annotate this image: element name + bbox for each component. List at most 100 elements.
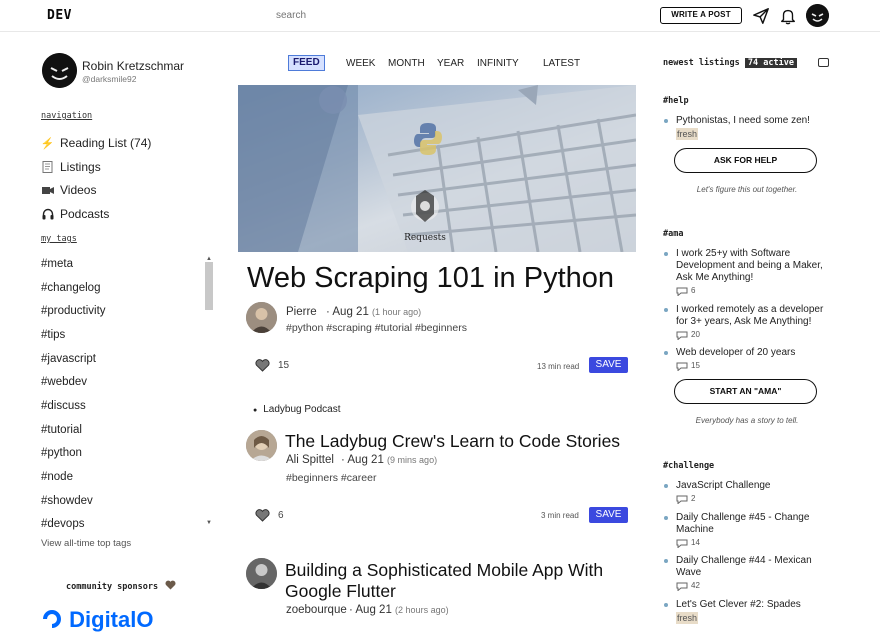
comment-count: 42 — [676, 580, 824, 592]
tag-discuss[interactable]: #discuss — [41, 394, 216, 418]
save-button[interactable]: SAVE — [589, 507, 628, 523]
post-date: · Aug 21 (2 hours ago) — [349, 604, 449, 616]
tab-feed[interactable]: FEED — [288, 55, 325, 71]
post-cover-image[interactable]: Requests — [238, 85, 636, 252]
start-ama-button[interactable]: START AN "AMA" — [674, 379, 817, 404]
comment-icon — [676, 495, 688, 504]
digitalocean-icon — [43, 610, 61, 628]
post-author[interactable]: Pierre — [286, 306, 317, 318]
author-avatar[interactable] — [246, 302, 277, 333]
bullet-dot — [664, 308, 668, 312]
tags-scrollbar[interactable] — [205, 262, 213, 310]
tag-productivity[interactable]: #productivity — [41, 299, 216, 323]
post-author[interactable]: Ali Spittel — [286, 454, 334, 466]
listing-item[interactable]: Daily Challenge #44 - Mexican Wave 42 — [664, 555, 824, 592]
read-time: 3 min read — [541, 511, 579, 520]
bullet-dot — [664, 603, 668, 607]
tag-python[interactable]: #python — [41, 442, 216, 466]
digitalocean-logo[interactable]: DigitalO — [41, 607, 153, 633]
sidebar-item-label: Reading List (74) — [60, 136, 152, 150]
tag-tips[interactable]: #tips — [41, 323, 216, 347]
sidebar-item-listings[interactable]: Listings — [41, 159, 101, 175]
tab-week[interactable]: WEEK — [346, 56, 375, 72]
comment-icon — [676, 362, 688, 371]
listing-item[interactable]: I work 25+y with Software Development an… — [664, 248, 824, 297]
lightning-icon: ⚡ — [40, 137, 55, 150]
listing-item[interactable]: Daily Challenge #45 - Change Machine 14 — [664, 512, 824, 549]
tag-devops[interactable]: #devops — [41, 513, 216, 532]
post-tags[interactable]: #beginners #career — [286, 472, 376, 484]
bullet-dot — [664, 252, 668, 256]
author-avatar[interactable] — [246, 558, 277, 589]
scroll-down-arrow[interactable]: ▼ — [206, 520, 212, 526]
reactions-count[interactable]: 6 — [255, 509, 284, 522]
listings-heading-text: newest listings — [663, 58, 740, 68]
tab-month[interactable]: MONTH — [388, 56, 425, 72]
bullet-dot — [664, 484, 668, 488]
write-post-button[interactable]: WRITE A POST — [660, 7, 742, 24]
help-tagline: Let's figure this out together. — [696, 185, 798, 194]
tab-year[interactable]: YEAR — [437, 56, 464, 72]
comment-icon — [676, 582, 688, 591]
sidebar-item-videos[interactable]: Videos — [41, 182, 96, 198]
profile-avatar[interactable] — [42, 53, 77, 88]
podcast-label[interactable]: ● Ladybug Podcast — [253, 404, 341, 415]
read-time: 13 min read — [537, 362, 580, 371]
heart-icon — [255, 359, 270, 372]
save-button[interactable]: SAVE — [589, 357, 628, 373]
listing-item[interactable]: Pythonistas, I need some zen! fresh — [664, 115, 824, 141]
help-heading[interactable]: #help — [663, 96, 689, 106]
community-sponsors-heading: community sponsors — [66, 580, 176, 592]
reactions-count[interactable]: 15 — [255, 359, 289, 372]
post-title[interactable]: Building a Sophisticated Mobile App With… — [285, 560, 603, 602]
tags-list: #meta #changelog #productivity #tips #ja… — [41, 252, 216, 532]
tab-infinity[interactable]: INFINITY — [477, 56, 519, 72]
post-date: · Aug 21 (1 hour ago) — [326, 306, 422, 318]
tag-meta[interactable]: #meta — [41, 252, 216, 276]
sidebar-item-reading-list[interactable]: ⚡ Reading List (74) — [40, 135, 152, 151]
bullet-dot — [664, 516, 668, 520]
comment-number: 42 — [691, 581, 700, 590]
comment-icon — [676, 287, 688, 296]
post-title[interactable]: The Ladybug Crew's Learn to Code Stories — [285, 431, 620, 452]
profile-name[interactable]: Robin Kretzschmar — [82, 59, 184, 73]
tag-showdev[interactable]: #showdev — [41, 489, 216, 513]
post-author[interactable]: zoebourque — [286, 604, 347, 616]
comment-number: 15 — [691, 361, 700, 370]
comment-count: 14 — [676, 537, 824, 549]
author-avatar[interactable] — [246, 430, 277, 461]
paper-plane-icon[interactable] — [752, 7, 770, 25]
collapse-icon[interactable] — [818, 58, 829, 67]
search-input[interactable] — [276, 6, 576, 24]
listing-item[interactable]: Let's Get Clever #2: Spades fresh — [664, 599, 824, 625]
listing-text: Let's Get Clever #2: Spades — [676, 599, 801, 610]
listing-item[interactable]: JavaScript Challenge 2 — [664, 480, 824, 505]
post-title[interactable]: Web Scraping 101 in Python — [247, 262, 614, 295]
tag-tutorial[interactable]: #tutorial — [41, 418, 216, 442]
listing-text: JavaScript Challenge — [676, 480, 771, 491]
challenge-heading[interactable]: #challenge — [663, 461, 714, 471]
post-tags[interactable]: #python #scraping #tutorial #beginners — [286, 322, 467, 334]
listing-item[interactable]: I worked remotely as a developer for 3+ … — [664, 304, 824, 341]
post-date-text: Aug 21 — [355, 604, 392, 616]
bell-icon[interactable] — [779, 7, 797, 25]
post-title-line2: Google Flutter — [285, 581, 396, 601]
user-avatar[interactable] — [806, 4, 829, 27]
ama-heading[interactable]: #ama — [663, 229, 683, 239]
newest-listings-heading[interactable]: newest listings 74 active — [663, 58, 797, 68]
tag-node[interactable]: #node — [41, 465, 216, 489]
tag-javascript[interactable]: #javascript — [41, 347, 216, 371]
post-ago: (2 hours ago) — [395, 605, 449, 615]
listing-item[interactable]: Web developer of 20 years 15 — [664, 347, 824, 372]
tag-webdev[interactable]: #webdev — [41, 370, 216, 394]
sidebar-item-label: Videos — [60, 183, 97, 197]
tag-changelog[interactable]: #changelog — [41, 276, 216, 300]
dev-logo[interactable]: DEV — [47, 8, 72, 23]
listing-text: Web developer of 20 years — [676, 347, 796, 358]
ask-for-help-button[interactable]: ASK FOR HELP — [674, 148, 817, 173]
comment-icon — [676, 539, 688, 548]
heart-icon — [255, 509, 270, 522]
tab-latest[interactable]: LATEST — [543, 56, 580, 72]
view-all-tags-link[interactable]: View all-time top tags — [41, 538, 131, 549]
sidebar-item-podcasts[interactable]: Podcasts — [41, 206, 109, 222]
